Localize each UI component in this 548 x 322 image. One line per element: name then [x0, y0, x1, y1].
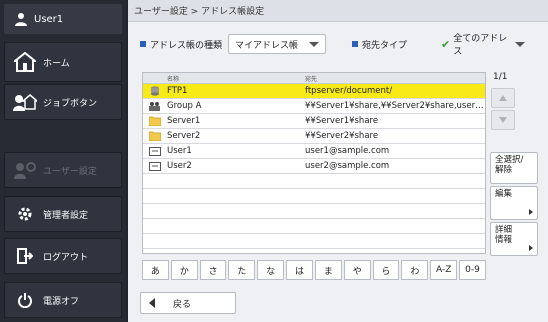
scroll-down-button[interactable] [491, 110, 515, 130]
breadcrumb: ユーザー設定 > アドレス帳設定 [128, 0, 548, 22]
row-name: Server1 [167, 116, 201, 126]
index-button[interactable]: ら [372, 260, 400, 280]
chevron-right-icon [529, 209, 533, 215]
details-label-line2: 情報 [495, 234, 513, 245]
chevron-down-icon [309, 41, 320, 47]
sidebar-item-label: ログアウト [43, 252, 89, 263]
sidebar: User1 ホーム ジョブボタン ユーザー設定 管理者設定 ログアウト 電源オフ [0, 0, 126, 322]
sidebar-item-admin-settings[interactable]: 管理者設定 [4, 196, 122, 232]
page-indicator: 1/1 [493, 72, 508, 82]
table-row[interactable]: User1 user1@sample.com [143, 144, 485, 159]
table-row-empty [143, 219, 485, 234]
index-button[interactable]: 0-9 [459, 260, 486, 280]
edit-label: 編集 [495, 189, 513, 199]
email-icon [149, 146, 161, 156]
table-row[interactable]: User2 user2@sample.com [143, 159, 485, 174]
index-button[interactable]: A-Z [430, 260, 458, 280]
table-row[interactable]: Server1 ¥¥Server1¥share [143, 114, 485, 129]
sidebar-item-home[interactable]: ホーム [4, 42, 122, 82]
user-icon [14, 12, 28, 26]
select-all-button[interactable]: 全選択/ 解除 [490, 152, 538, 184]
back-label: 戻る [173, 299, 192, 310]
back-arrow-icon [149, 298, 155, 308]
ftp-icon [149, 86, 161, 96]
destination-type-value: 全てのアドレス [453, 34, 508, 57]
row-name: User1 [167, 146, 192, 156]
row-name: Server2 [167, 131, 201, 141]
index-button[interactable]: や [343, 260, 371, 280]
row-name: Group A [167, 101, 202, 111]
column-header-destination: 宛先 [305, 75, 318, 83]
address-table: 名称 宛先 FTP1 ftpserver/document/ Group A ¥… [142, 72, 486, 254]
details-button[interactable]: 詳細 情報 [490, 222, 538, 256]
sidebar-item-label: 電源オフ [43, 296, 80, 307]
folder-icon [149, 131, 161, 141]
sidebar-item-label: ホーム [43, 58, 70, 69]
user-indicator: User1 [4, 4, 122, 34]
index-button[interactable]: た [228, 260, 256, 280]
bullet-icon [140, 41, 146, 47]
row-destination: ¥¥Server1¥share,¥¥Server2¥share,user1… [305, 101, 485, 111]
folder-icon [149, 116, 161, 126]
index-bar: あ か さ た な は ま や ら わ A-Z 0-9 [142, 260, 486, 280]
user-settings-icon [13, 158, 37, 182]
table-row-empty [143, 189, 485, 204]
destination-type-label: 宛先タイプ [362, 40, 408, 51]
row-destination: user1@sample.com [305, 146, 390, 156]
home-icon [13, 50, 37, 74]
job-button-icon [13, 90, 37, 114]
table-row-empty [143, 174, 485, 189]
table-row[interactable]: FTP1 ftpserver/document/ [143, 84, 485, 99]
row-destination: ftpserver/document/ [305, 86, 393, 96]
chevron-down-icon [515, 41, 526, 47]
power-icon [13, 288, 37, 312]
index-button[interactable]: あ [142, 260, 169, 280]
index-button[interactable]: ま [314, 260, 342, 280]
chevron-right-icon [529, 245, 533, 251]
table-row[interactable]: Group A ¥¥Server1¥share,¥¥Server2¥share,… [143, 99, 485, 114]
row-destination: ¥¥Server2¥share [305, 131, 379, 141]
chevron-up-icon [499, 95, 507, 101]
table-row-empty [143, 234, 485, 249]
index-button[interactable]: は [286, 260, 313, 280]
sidebar-item-user-settings[interactable]: ユーザー設定 [4, 152, 122, 188]
destination-type-dropdown[interactable]: ✔ 全てのアドレス [435, 34, 531, 57]
index-button[interactable]: な [257, 260, 285, 280]
row-name: User2 [167, 161, 192, 171]
check-icon: ✔ [441, 37, 451, 51]
bullet-icon [352, 41, 359, 47]
edit-button[interactable]: 編集 [490, 186, 538, 220]
address-book-type-dropdown[interactable]: マイアドレス帳 [228, 34, 327, 54]
back-button[interactable]: 戻る [140, 292, 236, 314]
user-name: User1 [34, 13, 64, 25]
scroll-up-button[interactable] [491, 88, 515, 108]
main-panel: ユーザー設定 > アドレス帳設定 アドレス帳の種類 マイアドレス帳 宛先タイプ … [128, 0, 548, 322]
table-header: 名称 宛先 [143, 73, 485, 84]
logout-icon [13, 244, 37, 268]
index-button[interactable]: か [170, 260, 198, 280]
email-icon [149, 161, 161, 171]
column-header-name: 名称 [167, 75, 180, 83]
select-all-label-line2: 解除 [495, 164, 513, 175]
index-button[interactable]: さ [199, 260, 227, 280]
table-row[interactable]: Server2 ¥¥Server2¥share [143, 129, 485, 144]
row-name: FTP1 [167, 86, 188, 96]
row-destination: ¥¥Server1¥share [305, 116, 379, 126]
sidebar-item-power-off[interactable]: 電源オフ [4, 282, 122, 318]
gear-icon [13, 202, 37, 226]
table-row-empty [143, 204, 485, 219]
address-book-type-label: アドレス帳の種類 [150, 40, 223, 51]
address-book-type-value: マイアドレス帳 [235, 40, 299, 51]
chevron-down-icon [499, 117, 507, 123]
sidebar-item-label: ジョブボタン [43, 98, 98, 109]
filter-row: アドレス帳の種類 マイアドレス帳 宛先タイプ ✔ 全てのアドレス [140, 34, 540, 57]
sidebar-item-label: 管理者設定 [43, 210, 89, 221]
sidebar-item-job-button[interactable]: ジョブボタン [4, 84, 122, 120]
index-button[interactable]: わ [401, 260, 429, 280]
sidebar-item-logout[interactable]: ログアウト [4, 238, 122, 274]
row-destination: user2@sample.com [305, 161, 390, 171]
group-icon [149, 101, 161, 111]
sidebar-item-label: ユーザー設定 [43, 166, 97, 177]
